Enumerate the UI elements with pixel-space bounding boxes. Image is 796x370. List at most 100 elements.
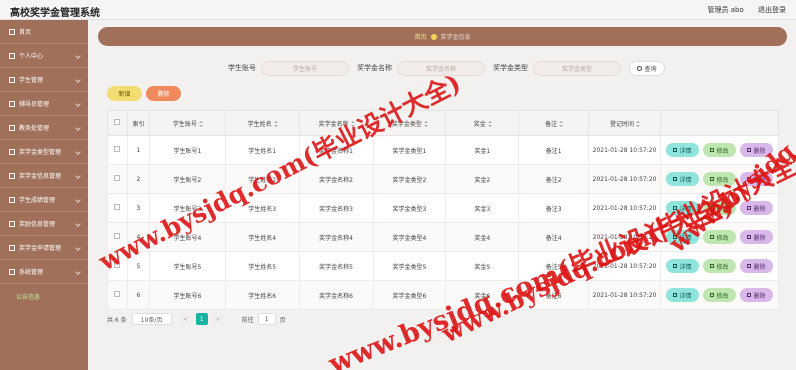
menu-icon	[9, 196, 15, 203]
sort-icon[interactable]	[559, 121, 564, 127]
sort-icon[interactable]	[273, 121, 278, 127]
row-checkbox[interactable]	[114, 233, 121, 239]
detail-button[interactable]: 详情	[665, 201, 699, 215]
cell-scholarship-name: 奖学金名称2	[298, 164, 374, 194]
sidebar-item-awards[interactable]: 奖励信息管理	[0, 212, 88, 236]
edit-button[interactable]: 修改	[702, 230, 736, 244]
sidebar-item-scholarship-types[interactable]: 奖学金类型管理	[0, 140, 88, 164]
edit-button[interactable]: 修改	[702, 172, 736, 186]
detail-button[interactable]: 详情	[665, 230, 699, 244]
sidebar-item-students[interactable]: 学生管理	[0, 68, 88, 92]
sidebar-item-label: 奖学金申请管理	[19, 245, 62, 252]
next-page-button[interactable]: >	[211, 313, 224, 325]
row-checkbox-cell[interactable]	[107, 251, 128, 281]
sidebar-item-applications[interactable]: 奖学金申请管理	[0, 236, 88, 260]
cell-scholarship-name: 奖学金名称4	[298, 222, 374, 252]
row-checkbox-cell[interactable]	[107, 164, 128, 194]
cell-remark: 备注3	[518, 193, 590, 223]
detail-label: 详情	[679, 263, 692, 271]
cell-student-account: 学生账号5	[148, 251, 226, 281]
cell-student-name: 学生姓名2	[224, 164, 300, 194]
sort-icon[interactable]	[350, 121, 355, 127]
cell-scholarship-type: 奖学金类型2	[372, 164, 447, 194]
goto-page-input[interactable]: 1	[257, 313, 276, 325]
sidebar-item-counselors[interactable]: 辅导员管理	[0, 92, 88, 116]
row-checkbox-cell[interactable]	[107, 222, 128, 252]
prev-page-button[interactable]: <	[179, 313, 192, 325]
edit-icon	[710, 264, 715, 268]
cell-register-time: 2021-01-28 10:57:20	[588, 164, 661, 194]
scholarship-type-input[interactable]: 奖学金类型	[533, 60, 621, 76]
row-checkbox[interactable]	[114, 175, 121, 181]
edit-label: 修改	[716, 234, 729, 242]
sidebar-item-academic-office[interactable]: 教务处管理	[0, 116, 88, 140]
sidebar-item-grades[interactable]: 学生成绩管理	[0, 188, 88, 212]
breadcrumb-home[interactable]: 首页	[414, 32, 426, 41]
row-actions: 详情 修改 删除	[659, 164, 780, 194]
delete-button[interactable]: 删除	[739, 201, 773, 215]
sort-icon[interactable]	[636, 121, 641, 127]
row-checkbox[interactable]	[114, 146, 121, 152]
detail-button[interactable]: 详情	[665, 288, 699, 302]
search-button[interactable]: 查询	[629, 60, 665, 76]
sidebar-item-label: 教务处管理	[19, 125, 50, 132]
scholarship-name-input[interactable]: 奖学金名称	[397, 60, 485, 76]
sidebar-subitem-announcements[interactable]: 公告信息	[0, 284, 88, 308]
sidebar-item-system[interactable]: 系统管理	[0, 260, 88, 284]
page-size-select[interactable]: 10条/页	[131, 313, 172, 325]
col-amount[interactable]: 奖金	[445, 110, 520, 136]
cell-scholarship-type: 奖学金类型4	[372, 222, 447, 252]
sidebar-item-home[interactable]: 首页	[0, 20, 88, 44]
detail-icon	[673, 293, 678, 297]
select-all-checkbox-cell[interactable]	[107, 110, 128, 136]
col-scholarship-name[interactable]: 奖学金名称	[298, 110, 374, 136]
sort-icon[interactable]	[423, 121, 428, 127]
edit-button[interactable]: 修改	[702, 201, 736, 215]
sidebar-item-label: 学生管理	[19, 77, 44, 84]
delete-label: 删除	[753, 234, 766, 242]
top-bar: 高校奖学金管理系统 管理员 abo 退出登录	[0, 0, 796, 20]
detail-button[interactable]: 详情	[665, 143, 699, 157]
col-label: 备注	[545, 120, 558, 128]
bulk-delete-button[interactable]: 删除	[146, 86, 181, 101]
col-remark[interactable]: 备注	[518, 110, 590, 136]
edit-button[interactable]: 修改	[702, 143, 736, 157]
delete-button[interactable]: 删除	[739, 172, 773, 186]
add-button-label: 新增	[118, 91, 131, 98]
edit-icon	[710, 206, 715, 210]
row-checkbox-cell[interactable]	[107, 135, 128, 165]
col-student-account[interactable]: 学生账号	[148, 110, 226, 136]
edit-icon	[710, 177, 715, 181]
add-button[interactable]: 新增	[107, 86, 142, 101]
col-student-name[interactable]: 学生姓名	[224, 110, 300, 136]
row-checkbox-cell[interactable]	[107, 193, 128, 223]
page-1-button[interactable]: 1	[195, 313, 208, 325]
delete-button[interactable]: 删除	[739, 143, 773, 157]
logout-link[interactable]: 退出登录	[758, 6, 786, 14]
row-checkbox[interactable]	[114, 262, 121, 268]
search-button-label: 查询	[644, 65, 657, 73]
row-checkbox[interactable]	[114, 204, 121, 210]
cell-amount: 奖金5	[445, 251, 520, 281]
edit-button[interactable]: 修改	[702, 288, 736, 302]
row-checkbox-cell[interactable]	[107, 280, 128, 310]
col-label: 学生账号	[172, 120, 197, 128]
sort-icon[interactable]	[198, 121, 203, 127]
cell-remark: 备注5	[518, 251, 590, 281]
sort-icon[interactable]	[487, 121, 492, 127]
detail-button[interactable]: 详情	[665, 259, 699, 273]
edit-button[interactable]: 修改	[702, 259, 736, 273]
row-checkbox[interactable]	[114, 291, 121, 297]
chevron-down-icon	[75, 53, 81, 59]
col-scholarship-type[interactable]: 奖学金类型	[372, 110, 447, 136]
delete-button[interactable]: 删除	[739, 259, 773, 273]
detail-button[interactable]: 详情	[665, 172, 699, 186]
detail-label: 详情	[679, 205, 692, 213]
col-register-time[interactable]: 登记时间	[588, 110, 661, 136]
delete-button[interactable]: 删除	[739, 288, 773, 302]
select-all-checkbox[interactable]	[114, 119, 121, 125]
sidebar-item-scholarship-info[interactable]: 奖学金信息管理	[0, 164, 88, 188]
student-account-input[interactable]: 学生账号	[261, 60, 349, 76]
delete-button[interactable]: 删除	[739, 230, 773, 244]
sidebar-item-profile[interactable]: 个人中心	[0, 44, 88, 68]
